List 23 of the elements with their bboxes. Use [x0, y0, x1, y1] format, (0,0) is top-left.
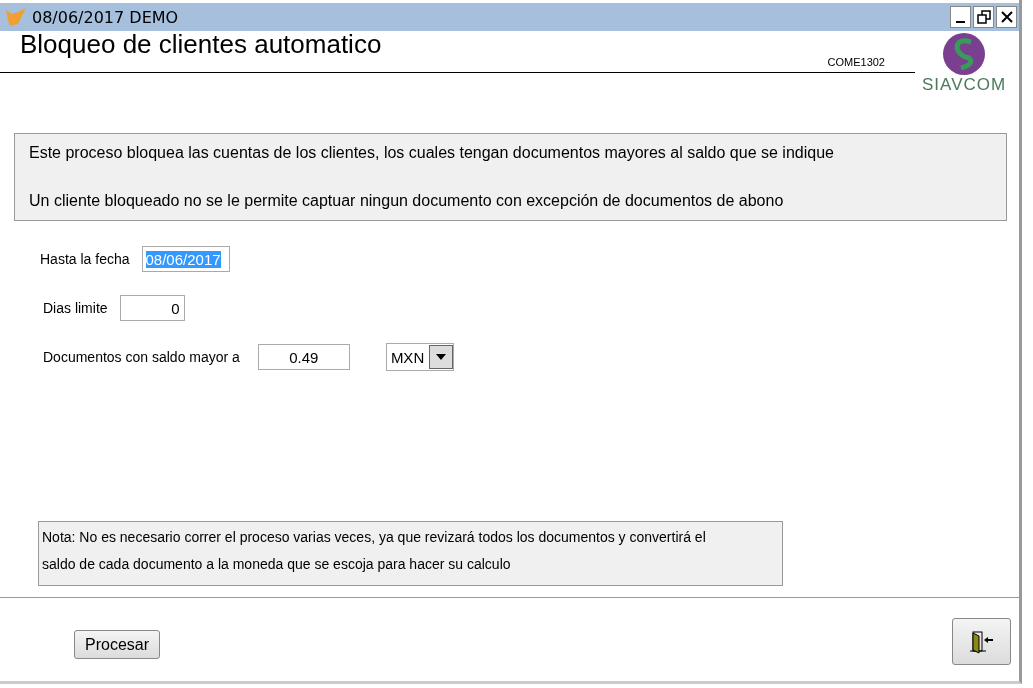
- field-label: Documentos con saldo mayor a: [43, 349, 240, 365]
- input-field[interactable]: 0.49: [257, 344, 350, 370]
- minimize-button[interactable]: [950, 6, 971, 28]
- field-label: Hasta la fecha: [40, 251, 130, 267]
- page-title: Bloqueo de clientes automatico: [19, 29, 383, 59]
- input-field[interactable]: 0: [119, 295, 185, 321]
- process-button[interactable]: Procesar: [74, 630, 161, 659]
- dropdown-arrow-icon: [435, 354, 446, 360]
- info-text: Un cliente bloqueado no se le permite captuar ningun documento con excepción de documentos de abono: [29, 192, 785, 210]
- note-text: Nota: No es necesario correr el proceso varias veces, ya que revizará todos los documentos y convertirá el saldo de cada documento a la moneda que se escoja para hacer su calculo: [42, 528, 707, 574]
- minimize-icon: [956, 21, 965, 23]
- close-icon: [999, 10, 1014, 24]
- restore-button[interactable]: [973, 6, 994, 28]
- door-exit-icon: [967, 628, 996, 655]
- currency-dropdown[interactable]: MXN: [385, 343, 454, 371]
- form-code: COME1302: [827, 56, 885, 68]
- info-text: Este proceso bloquea las cuentas de los clientes, los cuales tengan documentos mayores al saldo que se indique: [29, 144, 835, 162]
- window-title: 08/06/2017 DEMO: [32, 7, 179, 27]
- logo-text: SIAVCOM: [922, 76, 1007, 94]
- close-button[interactable]: [996, 6, 1017, 28]
- field-label: Dias limite: [43, 300, 108, 316]
- exit-button[interactable]: [952, 618, 1011, 665]
- restore-icon: [976, 10, 991, 24]
